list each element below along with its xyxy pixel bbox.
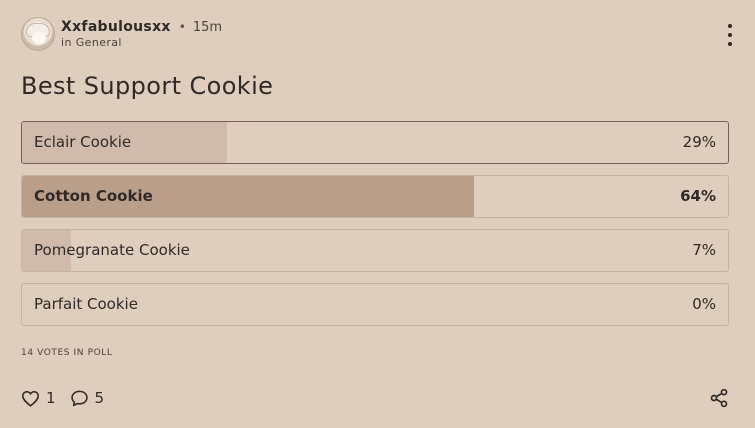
poll-options: Eclair Cookie 29% Cotton Cookie 64% Pome… (21, 121, 729, 337)
poll-option-percent: 29% (682, 133, 716, 151)
poll-option-percent: 0% (692, 295, 716, 313)
post-meta-top: Xxfabulousxx • 15m (61, 19, 222, 36)
poll-option-label: Pomegranate Cookie (34, 241, 190, 259)
share-button[interactable] (709, 388, 729, 412)
heart-icon (22, 390, 39, 407)
post-title: Best Support Cookie (21, 72, 274, 100)
avatar-face (32, 32, 46, 44)
poll-vote-count: 14 votes in poll (21, 348, 113, 358)
comment-icon (70, 390, 88, 407)
username[interactable]: Xxfabulousxx (61, 19, 171, 36)
share-icon (710, 388, 728, 408)
poll-option-label: Parfait Cookie (34, 295, 138, 313)
comment-button[interactable]: 5 (70, 389, 105, 407)
poll-option-label: Eclair Cookie (34, 133, 132, 151)
more-vertical-icon[interactable] (726, 24, 734, 46)
poll-option[interactable]: Pomegranate Cookie 7% (21, 229, 729, 272)
menu-dot (728, 42, 732, 46)
poll-option[interactable]: Eclair Cookie 29% (21, 121, 729, 164)
like-button[interactable]: 1 (21, 389, 56, 407)
poll-option-percent: 64% (680, 187, 716, 205)
post-meta: Xxfabulousxx • 15m in General (61, 19, 222, 49)
comment-count: 5 (94, 389, 105, 407)
like-count: 1 (46, 389, 56, 407)
poll-option[interactable]: Parfait Cookie 0% (21, 283, 729, 326)
menu-dot (728, 24, 732, 28)
community-label[interactable]: in General (61, 36, 222, 49)
post-header: Xxfabulousxx • 15m in General (21, 16, 734, 52)
avatar[interactable] (21, 17, 55, 51)
poll-option-percent: 7% (692, 241, 716, 259)
poll-option-label: Cotton Cookie (34, 187, 153, 205)
menu-dot (728, 33, 732, 37)
post-time: 15m (192, 20, 223, 35)
post-footer: 1 5 (21, 386, 729, 410)
poll-option[interactable]: Cotton Cookie 64% (21, 175, 729, 218)
meta-separator: • (178, 20, 186, 34)
